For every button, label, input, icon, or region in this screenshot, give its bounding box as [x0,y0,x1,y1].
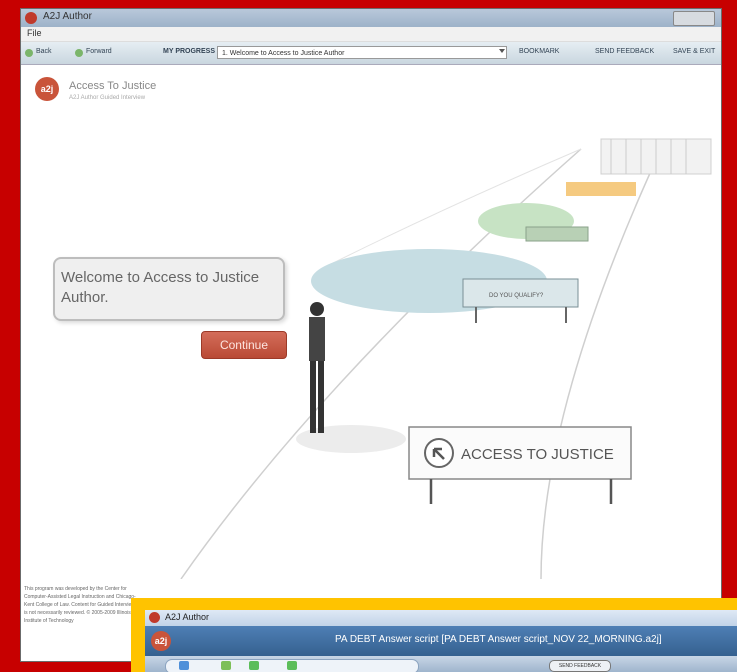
back-button[interactable]: Back [36,48,52,55]
continue-button[interactable]: Continue [201,331,287,359]
chevron-down-icon[interactable] [499,49,505,53]
footer-disclaimer: This program was developed by the Center… [24,586,138,624]
my-progress-label: MY PROGRESS [163,48,215,55]
send-feedback-button[interactable]: SEND FEEDBACK [595,48,654,55]
menu-file[interactable]: File [27,28,42,38]
title-bar: A2J Author [21,9,721,27]
a2j-logo-icon: a2j [151,631,171,651]
building-icon [600,138,712,175]
orange-sign-icon [566,182,636,196]
scene-illustration: DO YOU QUALIFY? ACCESS TO JUSTICE [180,138,712,579]
back-arrow-icon[interactable] [25,49,33,57]
access-sign-text: ACCESS TO JUSTICE [461,446,614,463]
second-app-window: A2J Author a2j PA DEBT Answer script [PA… [145,610,737,672]
script-title: PA DEBT Answer script [PA DEBT Answer sc… [335,634,662,645]
brand-logo-icon: a2j [35,77,59,101]
brand-tagline: A2J Author Guided Interview [69,95,146,101]
forward-arrow-icon[interactable] [75,49,83,57]
bookmark-button[interactable]: BOOKMARK [519,48,559,55]
small-sign-icon [525,226,589,242]
window-controls[interactable] [673,11,715,26]
page-icon[interactable] [221,661,231,670]
window-title: A2J Author [43,11,92,22]
toolbar: Back Forward MY PROGRESS 1. Welcome to A… [21,42,721,65]
send-feedback-button-2[interactable]: SEND FEEDBACK [549,660,611,672]
welcome-message: Welcome to Access to Justice Author. [61,269,260,306]
second-window-frame: A2J Author a2j PA DEBT Answer script [PA… [131,598,737,672]
app-logo-icon-2 [149,612,160,623]
save-exit-button[interactable]: SAVE & EXIT [673,48,715,55]
app-logo-icon [25,12,37,24]
title-bar-2: A2J Author [145,610,737,626]
forward-arrow-icon-2[interactable] [287,661,297,670]
window-title-2: A2J Author [165,612,210,622]
qualify-sign-text: DO YOU QUALIFY? [489,293,544,299]
back-arrow-icon-2[interactable] [249,661,259,670]
brand-name: Access To Justice [69,80,157,92]
globe-icon[interactable] [179,661,189,670]
menu-bar: File [21,27,721,42]
main-app-window: A2J Author File Back Forward MY PROGRESS… [20,8,722,662]
path-illustration [180,148,662,579]
forward-button[interactable]: Forward [86,48,112,55]
person-figure-icon [296,302,406,453]
question-select[interactable]: 1. Welcome to Access to Justice Author [217,46,507,59]
